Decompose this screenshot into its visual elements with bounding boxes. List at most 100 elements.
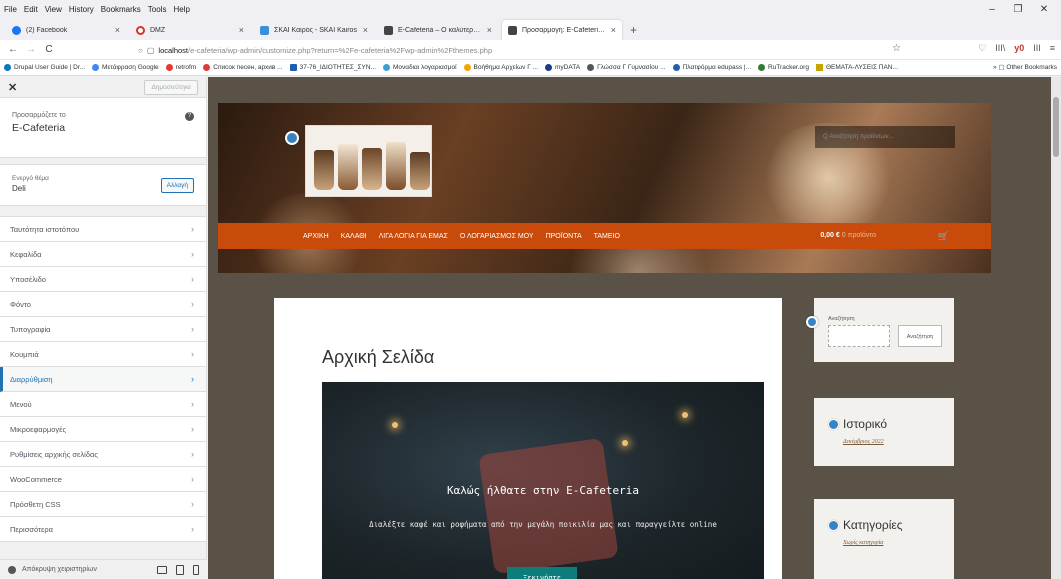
section-footer[interactable]: Υποσέλιδο › bbox=[0, 267, 206, 292]
section-homepage-settings[interactable]: Ρυθμίσεις αρχικής σελίδας › bbox=[0, 442, 206, 467]
chevron-right-icon: › bbox=[191, 424, 194, 434]
section-buttons[interactable]: Κουμπιά › bbox=[0, 342, 206, 367]
publish-button[interactable]: Δημοσιεύτηκε bbox=[144, 79, 198, 95]
section-woocommerce[interactable]: WooCommerce › bbox=[0, 467, 206, 492]
library-icon[interactable]: III\ bbox=[995, 43, 1005, 54]
bookmark-item[interactable]: Γλώσσα Γ Γυμνασίου ... bbox=[587, 64, 666, 71]
maximize-button[interactable]: ❐ bbox=[1005, 4, 1031, 15]
section-typography[interactable]: Τυπογραφία › bbox=[0, 317, 206, 342]
nav-account[interactable]: Ο ΛΟΓΑΡΙΑΣΜΟΣ ΜΟΥ bbox=[460, 233, 534, 240]
cart-total[interactable]: 0,00 €0 προϊόντα bbox=[820, 232, 876, 239]
bookmark-item[interactable]: 37-76_ΙΔΙΟΤΗΤΕΣ_ΣΥΝ... bbox=[289, 64, 376, 71]
back-button[interactable]: ← bbox=[4, 44, 22, 55]
nav-checkout[interactable]: ΤΑΜΕΙΟ bbox=[594, 233, 620, 240]
tab-title: Προσαρμογή: E-Cafeteria – Ο... bbox=[522, 26, 607, 34]
menu-bookmarks[interactable]: Bookmarks bbox=[101, 5, 141, 14]
bookmark-star-icon[interactable]: ☆ bbox=[892, 43, 901, 54]
close-tab-icon[interactable]: × bbox=[611, 25, 616, 35]
new-tab-button[interactable]: + bbox=[630, 20, 637, 40]
reload-button[interactable]: C bbox=[40, 44, 58, 55]
category-link[interactable]: Χωρίς κατηγορία bbox=[843, 540, 883, 546]
other-bookmarks[interactable]: » ▢ Other Bookmarks bbox=[987, 63, 1057, 71]
close-tab-icon[interactable]: × bbox=[363, 25, 368, 35]
url-bar[interactable]: ○ ▢ localhost /e-cafeteria/wp-admin/cust… bbox=[138, 42, 908, 58]
nav-products[interactable]: ΠΡΟΪΟΝΤΑ bbox=[546, 233, 582, 240]
nav-cart[interactable]: ΚΑΛΑΘΙ bbox=[341, 233, 367, 240]
edupass-icon bbox=[672, 64, 680, 71]
categories-widget: Κατηγορίες Χωρίς κατηγορία bbox=[814, 499, 954, 579]
close-tab-icon[interactable]: × bbox=[239, 25, 244, 35]
url-host: localhost bbox=[158, 45, 189, 55]
section-header[interactable]: Κεφαλίδα › bbox=[0, 242, 206, 267]
pocket-icon[interactable]: ♡ bbox=[978, 43, 986, 54]
desktop-preview-icon[interactable] bbox=[157, 565, 167, 574]
minimize-button[interactable]: – bbox=[979, 4, 1005, 15]
page-icon: ▢ bbox=[146, 45, 155, 55]
nav-home[interactable]: ΑΡΧΙΚΗ bbox=[303, 233, 329, 240]
menu-history[interactable]: History bbox=[69, 5, 94, 14]
bookmark-item[interactable]: Список песен, архив ... bbox=[203, 64, 283, 71]
site-preview: Q Αναζήτηση προϊόντων... ΑΡΧΙΚΗ ΚΑΛΑΘΙ Λ… bbox=[208, 77, 1061, 579]
menu-tools[interactable]: Tools bbox=[148, 5, 167, 14]
tab-facebook[interactable]: (2) Facebook × bbox=[6, 20, 126, 40]
hamburger-menu-icon[interactable]: ≡ bbox=[1050, 43, 1055, 54]
tab-skai[interactable]: ΣΚΑΙ Καιρός - SKAI Kairos × bbox=[254, 20, 374, 40]
close-window-button[interactable]: ✕ bbox=[1031, 4, 1057, 15]
section-additional-css[interactable]: Πρόσθετη CSS › bbox=[0, 492, 206, 517]
section-menus[interactable]: Μενού › bbox=[0, 392, 206, 417]
basket-icon[interactable]: 🛒 bbox=[938, 231, 949, 242]
bookmark-item[interactable]: myDATA bbox=[545, 64, 580, 71]
mobile-preview-icon[interactable] bbox=[193, 564, 199, 575]
edit-widget-icon[interactable] bbox=[806, 316, 818, 328]
start-button[interactable]: Ξεκινήστε bbox=[507, 567, 577, 579]
section-site-identity[interactable]: Ταυτότητα ιστοτόπου › bbox=[0, 217, 206, 242]
close-tab-icon[interactable]: × bbox=[487, 25, 492, 35]
tab-dmz[interactable]: DMZ × bbox=[130, 20, 250, 40]
banner-subtitle: Διαλέξτε καφέ και ροφήματα από την μεγάλ… bbox=[369, 520, 717, 529]
bookmark-item[interactable]: Βοήθημα Αρχείων Γ ... bbox=[463, 64, 538, 71]
search-widget-button[interactable]: Αναζήτηση bbox=[898, 325, 942, 347]
scrollbar-thumb[interactable] bbox=[1053, 97, 1059, 157]
edit-widget-icon[interactable] bbox=[828, 418, 839, 430]
tablet-preview-icon[interactable] bbox=[176, 564, 184, 575]
forward-button[interactable]: → bbox=[22, 44, 40, 55]
menu-file[interactable]: File bbox=[4, 5, 17, 14]
tab-ecafeteria[interactable]: E-Cafeteria – Ο καλύτερος καφ... × bbox=[378, 20, 498, 40]
yoroi-icon[interactable]: y0 bbox=[1014, 43, 1024, 54]
site-icon bbox=[508, 25, 517, 35]
bookmark-item[interactable]: Μοναδιαι λογαριασμοί bbox=[382, 64, 457, 71]
archive-link[interactable]: Δεκέμβριος 2022 bbox=[843, 439, 884, 445]
bookmark-item[interactable]: retrofm bbox=[165, 64, 196, 71]
section-more[interactable]: Περισσότερα › bbox=[0, 517, 206, 542]
bookmark-item[interactable]: RuTracker.org bbox=[758, 64, 809, 71]
drupal-icon bbox=[4, 64, 11, 71]
extensions-icon[interactable]: III bbox=[1033, 43, 1041, 54]
menu-bar: File Edit View History Bookmarks Tools H… bbox=[0, 0, 1061, 18]
bookmark-item[interactable]: Μετάφραση Google bbox=[92, 64, 159, 71]
section-widgets[interactable]: Μικροεφαρμογές › bbox=[0, 417, 206, 442]
bookmark-item[interactable]: ΘΕΜΑΤΑ-ΛΥΣΕΙΣ ΠΑΝ... bbox=[815, 64, 898, 71]
edit-widget-icon[interactable] bbox=[828, 519, 839, 531]
change-theme-button[interactable]: Αλλαγή bbox=[160, 178, 194, 193]
help-icon[interactable]: ? bbox=[185, 112, 194, 121]
categories-title: Κατηγορίες bbox=[828, 518, 903, 532]
preview-scrollbar[interactable] bbox=[1051, 77, 1061, 579]
menu-help[interactable]: Help bbox=[173, 5, 189, 14]
edit-logo-icon[interactable] bbox=[285, 131, 299, 145]
tab-customizer[interactable]: Προσαρμογή: E-Cafeteria – Ο... × bbox=[502, 20, 622, 40]
section-layout[interactable]: Διαρρύθμιση › bbox=[0, 367, 206, 392]
bookmark-item[interactable]: Drupal User Guide | Dr... bbox=[4, 64, 85, 71]
search-widget-input[interactable] bbox=[828, 325, 890, 347]
product-search-input[interactable]: Q Αναζήτηση προϊόντων... bbox=[815, 126, 955, 148]
section-background[interactable]: Φόντο › bbox=[0, 292, 206, 317]
nav-about[interactable]: ΛΙΓΑ ΛΟΓΙΑ ΓΙΑ ΕΜΑΣ bbox=[379, 233, 448, 240]
bookmark-item[interactable]: Πλατφόρμα edupass |... bbox=[672, 64, 751, 71]
menu-edit[interactable]: Edit bbox=[24, 5, 38, 14]
mydata-icon bbox=[545, 64, 553, 71]
menu-view[interactable]: View bbox=[45, 5, 62, 14]
site-logo[interactable] bbox=[305, 125, 432, 197]
hide-controls-button[interactable]: Απόκρυψη χειριστηρίων bbox=[8, 565, 148, 574]
close-customizer-icon[interactable]: ✕ bbox=[8, 81, 17, 94]
chevron-right-icon: › bbox=[191, 524, 194, 534]
close-tab-icon[interactable]: × bbox=[115, 25, 120, 35]
